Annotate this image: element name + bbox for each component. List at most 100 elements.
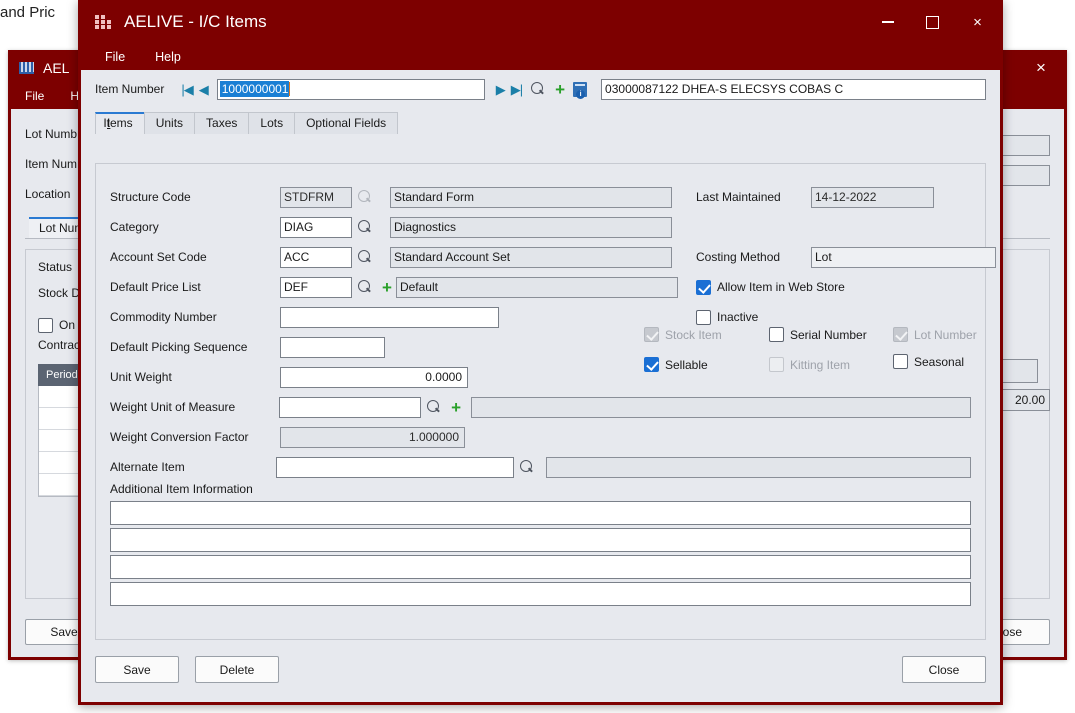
label-default-price-list: Default Price List	[110, 280, 201, 294]
search-icon[interactable]	[358, 250, 372, 264]
checkbox-allow-item-in-web-store[interactable]: Allow Item in Web Store	[696, 272, 996, 302]
checkbox-box	[644, 327, 659, 342]
field-costing-method: Costing Method Lot	[696, 242, 996, 272]
document-info-icon[interactable]	[573, 81, 588, 99]
window-controls: ×	[865, 0, 1000, 44]
input-structure-code[interactable]: STDFRM	[280, 186, 352, 208]
plus-icon[interactable]: +	[382, 279, 392, 296]
label-structure-code: Structure Code	[110, 190, 191, 204]
input-weight-unit-of-measure[interactable]	[278, 396, 422, 418]
nav-first-icon[interactable]: |◀	[178, 83, 195, 96]
nav-next-icon[interactable]: ▶	[493, 83, 508, 96]
background-window-close-button[interactable]: ×	[1018, 53, 1064, 83]
field-last-maintained: Last Maintained 14-12-2022	[696, 182, 996, 212]
additional-item-information-list	[110, 501, 971, 609]
tab-units[interactable]: Units	[143, 112, 196, 134]
label-last-maintained: Last Maintained	[696, 190, 781, 204]
background-menu-file[interactable]: File	[25, 89, 44, 103]
checkbox-sellable[interactable]: Sellable	[644, 357, 708, 372]
label-weight-unit-of-measure: Weight Unit of Measure	[110, 400, 236, 414]
additional-info-line[interactable]	[110, 528, 971, 552]
item-number-toolbar: Item Number |◀ ◀ 1000000001 ▶ ▶| + 03000…	[81, 70, 1000, 108]
close-button[interactable]: Close	[902, 656, 986, 683]
checkbox-box	[769, 357, 784, 372]
search-icon[interactable]	[520, 460, 534, 474]
field-weight-conversion-factor: Weight Conversion Factor 1.000000	[110, 422, 971, 452]
field-alternate-item: Alternate Item	[110, 452, 971, 482]
delete-button[interactable]: Delete	[195, 656, 279, 683]
menu-file[interactable]: File	[105, 50, 125, 64]
desktop-background-text: and Pric	[0, 4, 56, 21]
input-commodity-number[interactable]	[280, 306, 499, 328]
label-unit-weight: Unit Weight	[110, 370, 172, 384]
ic-items-dialog[interactable]: AELIVE - I/C Items × File Help Item Numb…	[78, 0, 1003, 705]
item-number-input[interactable]: 1000000001	[216, 78, 485, 100]
dialog-footer: Save Delete Close	[81, 642, 1000, 702]
checkbox-label: Sellable	[665, 357, 708, 372]
checkbox-seasonal[interactable]: Seasonal	[893, 354, 964, 369]
checkbox-lot-number: Lot Number	[893, 327, 977, 342]
search-icon[interactable]	[358, 220, 372, 234]
checkbox-label: Seasonal	[914, 354, 965, 369]
tab-taxes[interactable]: Taxes	[194, 112, 250, 134]
input-costing-method: Lot	[811, 246, 996, 268]
field-weight-unit-of-measure: Weight Unit of Measure +	[110, 392, 972, 422]
checkbox-label: Kitting Item	[790, 357, 851, 372]
checkbox-box	[38, 317, 53, 333]
label-default-picking-sequence: Default Picking Sequence	[110, 340, 248, 354]
input-account-set-code[interactable]: ACC	[280, 246, 352, 268]
input-default-picking-sequence[interactable]	[280, 336, 385, 358]
item-description-input[interactable]: 03000087122 DHEA-S ELECSYS COBAS C	[601, 78, 986, 100]
label-alternate-item: Alternate Item	[110, 460, 185, 474]
input-unit-weight[interactable]: 0.0000	[280, 366, 468, 388]
description-alternate-item	[546, 456, 971, 478]
label-commodity-number: Commodity Number	[110, 310, 217, 324]
additional-info-line[interactable]	[110, 582, 971, 606]
tab-lots[interactable]: Lots	[248, 112, 296, 134]
additional-info-line[interactable]	[110, 501, 971, 525]
description-weight-unit-of-measure	[471, 396, 972, 418]
checkbox-box	[893, 354, 908, 369]
search-icon	[358, 190, 372, 204]
dialog-titlebar: AELIVE - I/C Items ×	[81, 0, 1000, 44]
search-icon[interactable]	[358, 280, 372, 294]
input-default-price-list[interactable]: DEF	[280, 276, 352, 298]
tab-optional-fields[interactable]: Optional Fields	[294, 112, 399, 134]
checkbox-label: Serial Number	[790, 327, 867, 342]
plus-icon[interactable]: +	[451, 399, 461, 416]
background-right-field-3[interactable]	[998, 359, 1038, 383]
checkbox-label: Stock Item	[665, 327, 722, 342]
dialog-body: Item Number |◀ ◀ 1000000001 ▶ ▶| + 03000…	[81, 70, 1000, 702]
input-category[interactable]: DIAG	[280, 216, 352, 238]
checkbox-box	[644, 357, 659, 372]
background-checkbox-on-label: On	[59, 318, 76, 332]
checkbox-kitting-item: Kitting Item	[769, 357, 850, 372]
additional-info-line[interactable]	[110, 555, 971, 579]
close-icon[interactable]: ×	[955, 0, 1000, 44]
tab-bar: IItems Units Taxes Lots Optional Fields	[81, 108, 1000, 134]
search-icon[interactable]	[531, 82, 545, 96]
nav-previous-icon[interactable]: ◀	[196, 83, 211, 96]
dialog-menubar: File Help	[81, 44, 1000, 70]
maximize-icon[interactable]	[910, 0, 955, 44]
tab-items[interactable]: IItems	[95, 112, 145, 134]
input-alternate-item[interactable]	[276, 456, 515, 478]
checkbox-serial-number[interactable]: Serial Number	[769, 327, 867, 342]
plus-icon[interactable]: +	[555, 81, 565, 98]
checkbox-box	[769, 327, 784, 342]
background-checkbox-on[interactable]: On	[38, 312, 75, 338]
item-number-label: Item Number	[95, 82, 165, 96]
search-icon[interactable]	[427, 400, 441, 414]
menu-help[interactable]: Help	[155, 50, 181, 64]
checkbox-label: Lot Number	[914, 327, 977, 342]
barcode-icon	[19, 62, 34, 74]
nav-last-icon[interactable]: ▶|	[508, 83, 525, 96]
text-caret	[289, 82, 291, 96]
item-number-value: 1000000001	[219, 81, 290, 97]
minimize-icon[interactable]	[865, 0, 910, 44]
grid-squares-icon	[95, 14, 112, 30]
save-button[interactable]: Save	[95, 656, 179, 683]
items-tab-panel: Structure Code STDFRM Standard Form Cate…	[95, 163, 996, 640]
checkbox-box	[696, 279, 711, 295]
description-category: Diagnostics	[390, 216, 672, 238]
